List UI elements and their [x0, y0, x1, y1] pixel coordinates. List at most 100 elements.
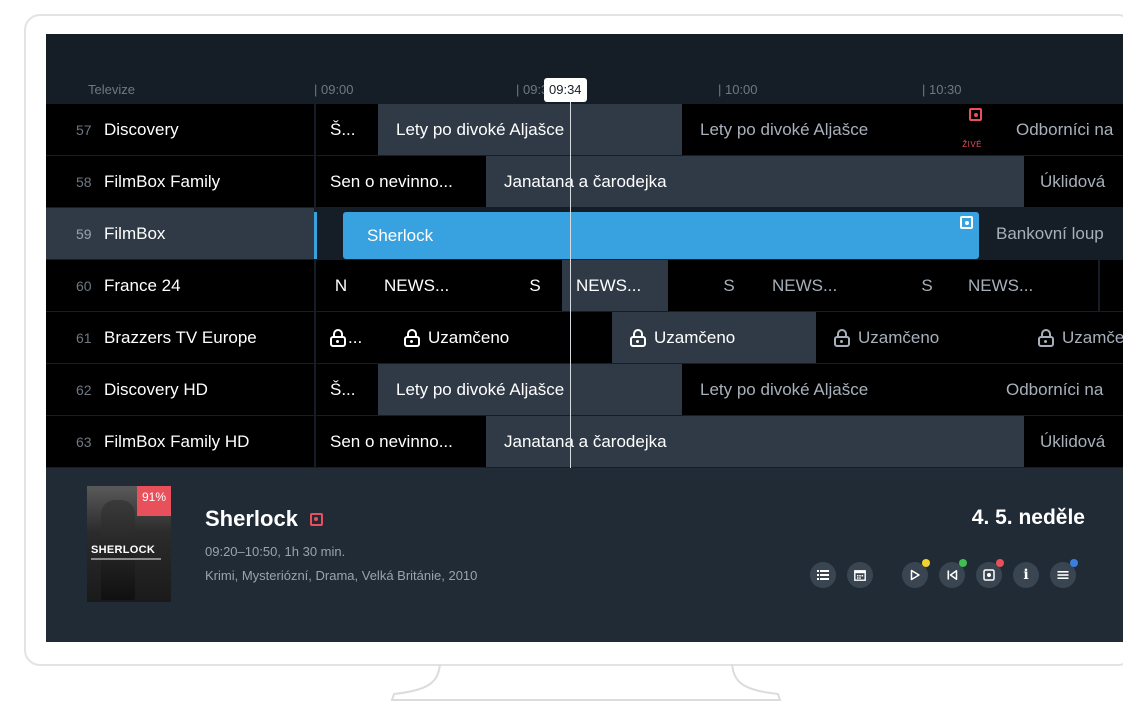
channel-row-58: 58 FilmBox Family Sen o nevinno... Janat…	[46, 156, 1123, 208]
program-cell[interactable]	[866, 260, 902, 311]
program-title: Uzamčeno	[654, 327, 736, 347]
program-cell[interactable]: NEWS...	[562, 260, 670, 311]
program-strip: Š... Lety po divoké Aljašce Lety po divo…	[316, 104, 1123, 155]
poster-title: SHERLOCK	[91, 544, 156, 556]
red-key-dot	[996, 559, 1004, 567]
channel-number: 62	[76, 381, 92, 398]
program-time: 09:20–10:50, 1h 30 min.	[205, 544, 346, 559]
channel-name: France 24	[104, 275, 181, 295]
program-cell[interactable]	[592, 312, 614, 363]
program-cell[interactable]: Lety po divoké Aljašce	[378, 104, 684, 155]
program-cell[interactable]: Uzamčeno	[612, 312, 818, 363]
program-date: 4. 5. neděle	[971, 506, 1085, 529]
program-cell[interactable]: Janatana a čarodejka	[486, 156, 1026, 207]
menu-icon	[1057, 571, 1069, 579]
menu-button[interactable]	[1050, 559, 1078, 588]
channel-cell-selected[interactable]: 59 FilmBox	[46, 208, 314, 259]
program-cell[interactable]: Sen o nevinno...	[316, 416, 488, 467]
lock-icon	[404, 328, 420, 347]
program-cell[interactable]: Lety po divoké Aljašce	[682, 364, 990, 415]
program-cell[interactable]: ...	[316, 312, 388, 363]
channel-cell[interactable]: 57 Discovery	[46, 104, 314, 155]
current-time-line	[570, 102, 571, 468]
program-cell[interactable]: NEWS...	[366, 260, 478, 311]
program-cell[interactable]: Š...	[316, 364, 380, 415]
program-title: ...	[348, 327, 363, 347]
channel-row-63: 63 FilmBox Family HD Sen o nevinno... Ja…	[46, 416, 1123, 468]
program-cell[interactable]	[476, 260, 510, 311]
record-icon	[969, 108, 982, 121]
program-title: Uzamčer	[1062, 327, 1123, 347]
play-button[interactable]	[902, 559, 930, 588]
channel-number: 60	[76, 277, 92, 294]
channel-name: FilmBox Family HD	[104, 431, 250, 451]
restart-button[interactable]	[939, 559, 967, 588]
time-header: Televize | 09:00 | 09:30 | 10:00 | 10:30…	[46, 78, 1123, 104]
channel-cell[interactable]: 62 Discovery HD	[46, 364, 314, 415]
lock-icon	[630, 328, 646, 347]
selection-marker	[314, 212, 317, 259]
program-cell[interactable]: Š...	[316, 104, 380, 155]
program-cell[interactable]: Lety po divoké Aljašce	[378, 364, 684, 415]
program-cell[interactable]: Lety po divoké Aljašce ŽIVÉ	[682, 104, 990, 155]
info-icon: i	[1023, 567, 1029, 583]
program-cell[interactable]	[668, 260, 704, 311]
tv-screen: Televize | 09:00 | 09:30 | 10:00 | 10:30…	[46, 34, 1123, 642]
list-button[interactable]	[810, 562, 836, 588]
program-cell[interactable]: Uzamčeno	[816, 312, 1022, 363]
play-icon	[910, 569, 920, 581]
program-cell[interactable]: S	[508, 260, 564, 311]
program-cell-selected[interactable]: Sherlock	[343, 212, 979, 259]
program-cell[interactable]: S	[900, 260, 956, 311]
program-cell[interactable]: Janatana a čarodejka	[486, 416, 1026, 467]
channel-cell[interactable]: 63 FilmBox Family HD	[46, 416, 314, 467]
program-strip: Sen o nevinno... Janatana a čarodejka Úk…	[316, 156, 1123, 207]
time-label-1030: | 10:30	[922, 82, 962, 97]
program-cell[interactable]: Úklidová	[1024, 416, 1123, 467]
program-cell[interactable]	[1064, 260, 1100, 311]
record-icon	[983, 569, 995, 581]
program-detail-panel: SHERLOCK 91% Sherlock 09:20–10:50, 1h 30…	[46, 468, 1123, 642]
program-cell[interactable]: Sen o nevinno...	[316, 156, 488, 207]
channel-cell[interactable]: 58 FilmBox Family	[46, 156, 314, 207]
program-title: Sherlock	[367, 225, 434, 245]
live-badge: ŽIVÉ	[962, 140, 982, 149]
program-cell[interactable]: NEWS...	[954, 260, 1066, 311]
channel-number: 58	[76, 173, 92, 190]
program-cell[interactable]: N	[316, 260, 368, 311]
info-button[interactable]: i	[1013, 562, 1039, 588]
program-cell[interactable]: Odborníci na	[988, 104, 1123, 155]
program-cell[interactable]: Odborníci na	[988, 364, 1123, 415]
channel-cell[interactable]: 60 France 24	[46, 260, 314, 311]
program-title: Uzamčeno	[428, 327, 510, 347]
program-cell[interactable]: Uzamčer	[1020, 312, 1123, 363]
current-time-badge: 09:34	[544, 78, 587, 102]
lock-icon	[1038, 328, 1054, 347]
time-label-0900: | 09:00	[314, 82, 354, 97]
record-button[interactable]	[976, 559, 1004, 588]
program-strip: Š... Lety po divoké Aljašce Lety po divo…	[316, 364, 1123, 415]
program-cell[interactable]: Uzamčeno	[386, 312, 594, 363]
tv-stand	[390, 664, 782, 701]
program-strip: Sherlock Bankovní loup	[316, 208, 1123, 259]
green-key-dot	[959, 559, 967, 567]
calendar-button[interactable]	[847, 562, 873, 588]
blue-key-dot	[1070, 559, 1078, 567]
program-strip: ... Uzamčeno Uzamčeno Uzamčeno Uzamč	[316, 312, 1123, 363]
channel-row-61: 61 Brazzers TV Europe ... Uzamčeno Uzamč…	[46, 312, 1123, 364]
channel-name: Discovery HD	[104, 379, 208, 399]
program-cell[interactable]: Úklidová	[1024, 156, 1123, 207]
program-title-text: Sherlock	[205, 506, 298, 531]
program-strip: Sen o nevinno... Janatana a čarodejka Úk…	[316, 416, 1123, 467]
channel-cell[interactable]: 61 Brazzers TV Europe	[46, 312, 314, 363]
lock-icon	[330, 328, 346, 347]
program-genre: Krimi, Mysteriózní, Drama, Velká Británi…	[205, 568, 478, 583]
channel-number: 63	[76, 433, 92, 450]
record-icon	[960, 216, 973, 229]
channel-name: FilmBox	[104, 223, 166, 243]
program-cell[interactable]: S	[702, 260, 758, 311]
program-cell[interactable]: Bankovní loup	[982, 208, 1123, 259]
epg-grid: 57 Discovery Š... Lety po divoké Aljašce…	[46, 104, 1123, 468]
program-cell[interactable]: NEWS...	[756, 260, 868, 311]
channel-number: 57	[76, 121, 92, 138]
